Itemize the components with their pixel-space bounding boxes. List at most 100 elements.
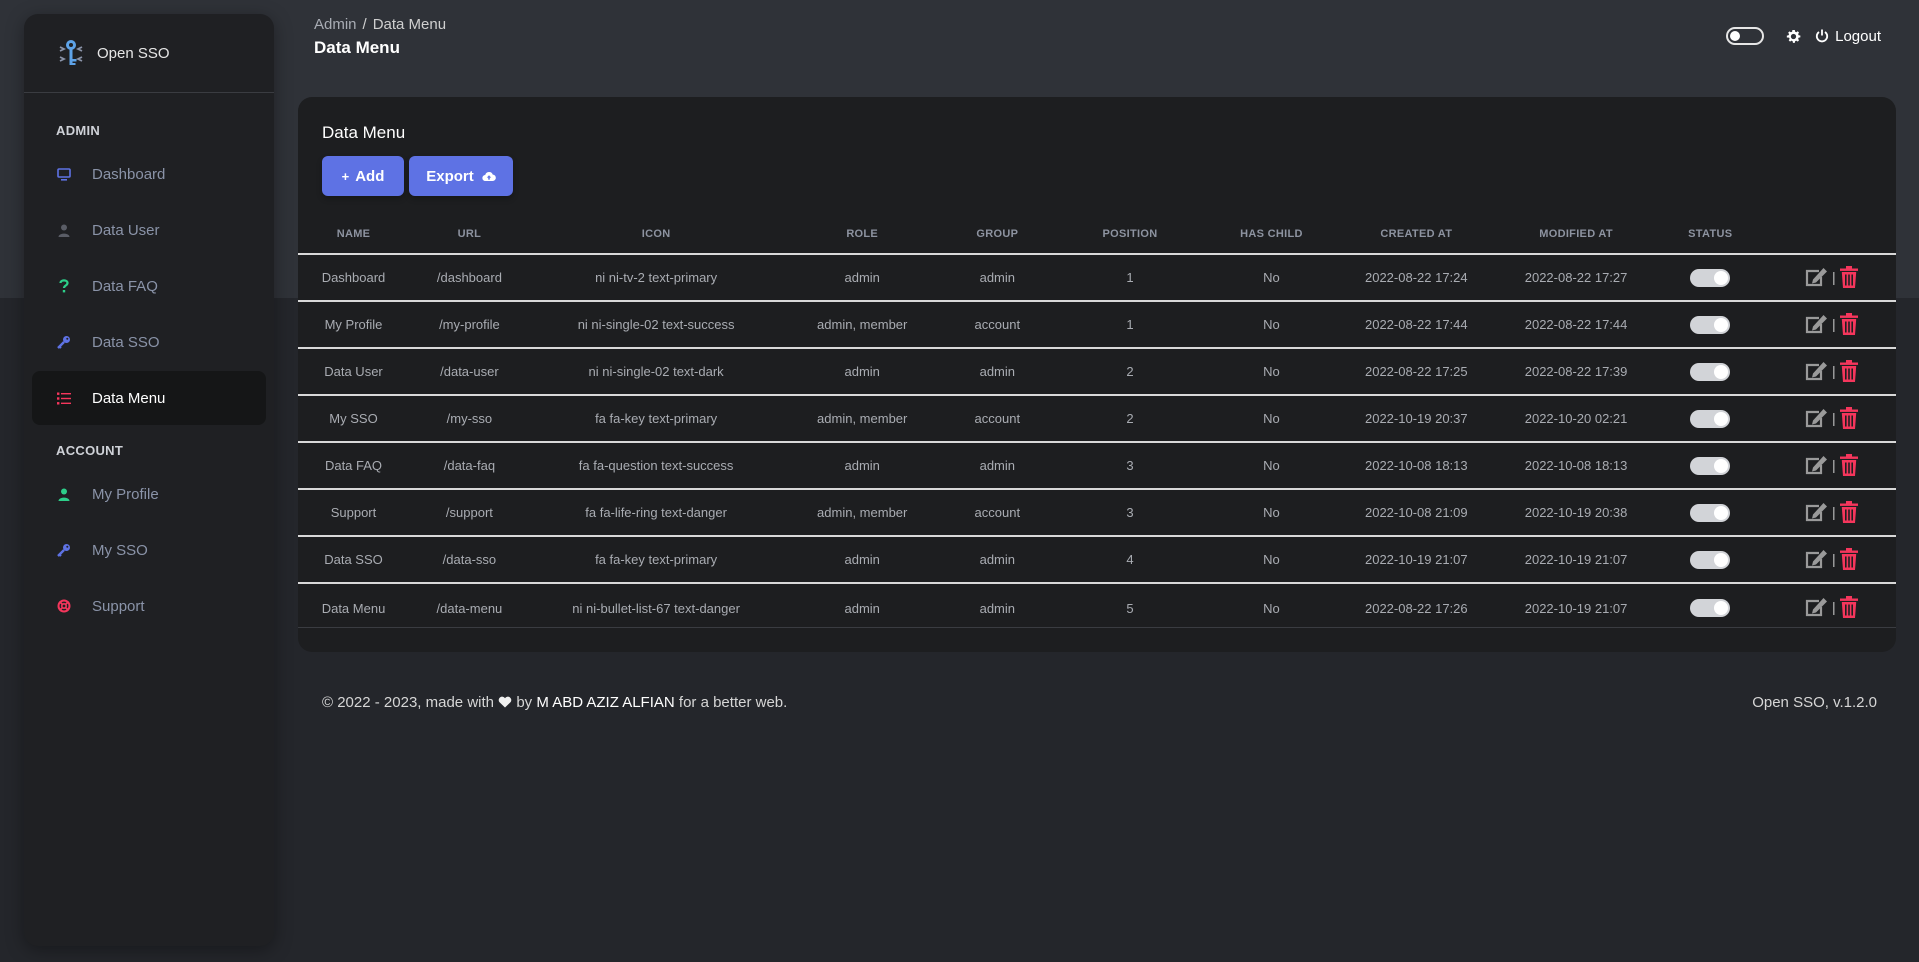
export-button-label: Export (426, 167, 474, 185)
cell-role: admin (782, 254, 942, 302)
column-header-icon: ICON (529, 215, 783, 255)
sso-logo-icon (55, 37, 87, 69)
toggle-knob (1714, 411, 1729, 426)
cell-has-child: No (1207, 301, 1336, 349)
status-toggle[interactable] (1690, 362, 1731, 381)
gear-icon[interactable] (1786, 29, 1801, 44)
trash-icon[interactable] (1839, 265, 1858, 288)
action-separator: | (1831, 315, 1836, 332)
cell-name: Data SSO (298, 536, 409, 584)
table-row: Dashboard/dashboard ni ni-tv-2 text-prima… (298, 254, 1896, 302)
breadcrumb-admin-link[interactable]: Admin (314, 16, 357, 33)
brand[interactable]: Open SSO (24, 14, 274, 93)
column-header-role: ROLE (782, 215, 942, 255)
add-button[interactable]: + Add (322, 156, 404, 196)
cell-icon: ni ni-bullet-list-67 text-danger (572, 600, 740, 616)
monitor-icon (56, 166, 72, 182)
sidebar-item-my-profile[interactable]: My Profile (32, 467, 266, 521)
status-toggle[interactable] (1690, 599, 1731, 617)
footer-author-link[interactable]: M ABD AZIZ ALFIAN (536, 694, 674, 711)
key-icon (56, 542, 72, 558)
cell-status (1654, 442, 1766, 490)
sidebar-item-data-faq[interactable]: Data FAQ (32, 259, 266, 313)
cell-name: Data FAQ (298, 442, 409, 490)
cell-icon: ni ni-single-02 text-dark (529, 348, 783, 396)
plus-icon: + (341, 168, 350, 184)
footer-by: by (516, 694, 533, 711)
sidebar-item-dashboard[interactable]: Dashboard (32, 147, 266, 201)
status-toggle[interactable] (1690, 456, 1731, 475)
action-separator: | (1831, 550, 1836, 567)
table-row: Support/support fa fa-life-ring text-dang… (298, 489, 1896, 537)
sidebar-item-my-sso[interactable]: My SSO (32, 523, 266, 577)
cell-actions: | (1765, 536, 1896, 584)
status-toggle[interactable] (1690, 268, 1731, 287)
cell-url: /data-sso (409, 536, 530, 584)
cell-role: admin (782, 442, 942, 490)
cell-position: 1 (1052, 301, 1208, 349)
cell-icon: fa fa-key text-primary (529, 536, 783, 584)
cell-modified-at: 2022-10-08 18:13 (1497, 442, 1655, 490)
edit-icon[interactable] (1804, 267, 1828, 287)
edit-icon[interactable] (1804, 455, 1828, 475)
cell-status (1654, 489, 1766, 537)
trash-icon[interactable] (1839, 359, 1858, 382)
data-menu-table: NAME URL ICON ROLE GROUP POSITION HAS CH… (298, 215, 1896, 632)
trash-icon[interactable] (1839, 406, 1858, 429)
power-icon (1815, 29, 1835, 43)
cell-actions: | (1765, 395, 1896, 443)
sidebar-item-label: Dashboard (92, 165, 166, 183)
table-row: My Profile/my-profile ni ni-single-02 tex… (298, 301, 1896, 349)
cell-has-child: No (1207, 489, 1336, 537)
sidebar-item-data-user[interactable]: Data User (32, 203, 266, 257)
cell-created-at: 2022-10-19 20:37 (1335, 395, 1498, 443)
logout-button[interactable]: Logout (1815, 28, 1881, 45)
sidebar-item-support[interactable]: Support (32, 579, 266, 633)
user-icon (56, 486, 72, 502)
toggle-knob (1714, 458, 1729, 473)
action-separator: | (1831, 456, 1836, 473)
sidebar-item-data-menu[interactable]: Data Menu (32, 371, 266, 425)
trash-icon[interactable] (1839, 453, 1858, 476)
trash-icon[interactable] (1839, 596, 1858, 618)
table-bottom-divider (298, 627, 1896, 628)
export-button[interactable]: Export (409, 156, 513, 196)
cell-icon: fa fa-question text-success (529, 442, 783, 490)
cell-status (1654, 301, 1766, 349)
cell-group: account (942, 301, 1053, 349)
cloud-upload-icon (482, 171, 496, 182)
cell-has-child: No (1263, 600, 1280, 616)
edit-icon[interactable] (1804, 314, 1828, 334)
cell-created-at: 2022-10-19 21:07 (1335, 536, 1498, 584)
table-row: Data SSO/data-sso fa fa-key text-primary a… (298, 536, 1896, 584)
footer-prefix: © 2022 - 2023, made with (322, 694, 494, 711)
action-separator: | (1831, 599, 1836, 615)
status-toggle[interactable] (1690, 315, 1731, 334)
life-ring-icon (56, 598, 72, 614)
column-header-modified-at: MODIFIED AT (1497, 215, 1655, 255)
trash-icon[interactable] (1839, 500, 1858, 523)
cell-name: Data Menu (321, 600, 386, 616)
sidebar-item-label: Data SSO (92, 333, 160, 351)
toggle-knob (1714, 505, 1729, 520)
edit-icon[interactable] (1804, 408, 1828, 428)
status-toggle[interactable] (1690, 550, 1731, 569)
edit-icon[interactable] (1804, 502, 1828, 522)
data-menu-card: Data Menu + Add Export NAME URL ICON ROL… (298, 97, 1896, 652)
status-toggle[interactable] (1690, 409, 1731, 428)
cell-created-at: 2022-08-22 17:44 (1335, 301, 1498, 349)
edit-icon[interactable] (1804, 549, 1828, 569)
cell-icon: ni ni-single-02 text-success (529, 301, 783, 349)
trash-icon[interactable] (1839, 312, 1858, 335)
column-header-position: POSITION (1052, 215, 1208, 255)
sidebar: Open SSO ADMIN Dashboard Data User Data … (24, 14, 274, 946)
trash-icon[interactable] (1839, 547, 1858, 570)
cell-actions: | (1765, 442, 1896, 490)
edit-icon[interactable] (1804, 597, 1828, 617)
cell-group: admin (979, 600, 1016, 616)
edit-icon[interactable] (1804, 361, 1828, 381)
status-toggle[interactable] (1690, 503, 1731, 522)
cell-role: admin (782, 536, 942, 584)
theme-toggle[interactable] (1726, 27, 1765, 45)
sidebar-item-data-sso[interactable]: Data SSO (32, 315, 266, 369)
